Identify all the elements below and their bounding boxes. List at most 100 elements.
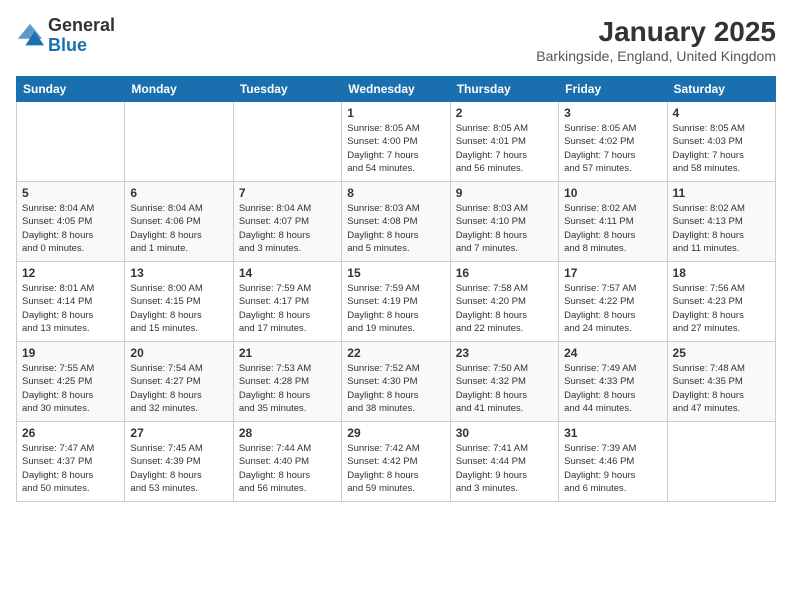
- calendar-cell: 3Sunrise: 8:05 AM Sunset: 4:02 PM Daylig…: [559, 102, 667, 182]
- calendar-cell: [667, 422, 775, 502]
- day-info: Sunrise: 7:54 AM Sunset: 4:27 PM Dayligh…: [130, 362, 227, 415]
- day-info: Sunrise: 8:05 AM Sunset: 4:02 PM Dayligh…: [564, 122, 661, 175]
- day-info: Sunrise: 7:42 AM Sunset: 4:42 PM Dayligh…: [347, 442, 444, 495]
- weekday-header: Tuesday: [233, 77, 341, 102]
- calendar-cell: 21 Sunrise: 7:53 AM Sunset: 4:28 PM Dayli…: [233, 342, 341, 422]
- day-info: Sunrise: 7:39 AM Sunset: 4:46 PM Dayligh…: [564, 442, 661, 495]
- day-info: Sunrise: 7:48 AM Sunset: 4:35 PM Dayligh…: [673, 362, 770, 415]
- day-number: 18: [673, 266, 770, 280]
- calendar-cell: 6 Sunrise: 8:04 AM Sunset: 4:06 PM Daylig…: [125, 182, 233, 262]
- calendar-cell: 2Sunrise: 8:05 AM Sunset: 4:01 PM Daylig…: [450, 102, 558, 182]
- calendar-cell: 29 Sunrise: 7:42 AM Sunset: 4:42 PM Dayli…: [342, 422, 450, 502]
- calendar-cell: 9Sunrise: 8:03 AM Sunset: 4:10 PM Daylig…: [450, 182, 558, 262]
- calendar-cell: 12 Sunrise: 8:01 AM Sunset: 4:14 PM Dayli…: [17, 262, 125, 342]
- day-number: 25: [673, 346, 770, 360]
- calendar-cell: 31 Sunrise: 7:39 AM Sunset: 4:46 PM Dayli…: [559, 422, 667, 502]
- calendar-cell: 17 Sunrise: 7:57 AM Sunset: 4:22 PM Dayli…: [559, 262, 667, 342]
- calendar-cell: 18Sunrise: 7:56 AM Sunset: 4:23 PM Dayli…: [667, 262, 775, 342]
- day-number: 10: [564, 186, 661, 200]
- day-info: Sunrise: 8:02 AM Sunset: 4:11 PM Dayligh…: [564, 202, 661, 255]
- calendar-cell: 26 Sunrise: 7:47 AM Sunset: 4:37 PM Dayli…: [17, 422, 125, 502]
- day-info: Sunrise: 8:01 AM Sunset: 4:14 PM Dayligh…: [22, 282, 119, 335]
- day-info: Sunrise: 8:00 AM Sunset: 4:15 PM Dayligh…: [130, 282, 227, 335]
- calendar-cell: [233, 102, 341, 182]
- day-number: 27: [130, 426, 227, 440]
- day-number: 5: [22, 186, 119, 200]
- logo-text: General Blue: [48, 16, 115, 56]
- day-info: Sunrise: 8:04 AM Sunset: 4:06 PM Dayligh…: [130, 202, 227, 255]
- day-info: Sunrise: 7:53 AM Sunset: 4:28 PM Dayligh…: [239, 362, 336, 415]
- weekday-header: Wednesday: [342, 77, 450, 102]
- day-number: 26: [22, 426, 119, 440]
- calendar-cell: 25 Sunrise: 7:48 AM Sunset: 4:35 PM Dayli…: [667, 342, 775, 422]
- day-number: 24: [564, 346, 661, 360]
- day-info: Sunrise: 7:58 AM Sunset: 4:20 PM Dayligh…: [456, 282, 553, 335]
- calendar-cell: [17, 102, 125, 182]
- day-number: 29: [347, 426, 444, 440]
- day-info: Sunrise: 7:44 AM Sunset: 4:40 PM Dayligh…: [239, 442, 336, 495]
- calendar-cell: 28 Sunrise: 7:44 AM Sunset: 4:40 PM Dayli…: [233, 422, 341, 502]
- weekday-header-row: SundayMondayTuesdayWednesdayThursdayFrid…: [17, 77, 776, 102]
- calendar-cell: 30Sunrise: 7:41 AM Sunset: 4:44 PM Dayli…: [450, 422, 558, 502]
- weekday-header: Monday: [125, 77, 233, 102]
- day-number: 7: [239, 186, 336, 200]
- day-number: 4: [673, 106, 770, 120]
- calendar-cell: 13 Sunrise: 8:00 AM Sunset: 4:15 PM Dayli…: [125, 262, 233, 342]
- weekday-header: Friday: [559, 77, 667, 102]
- calendar-cell: 16 Sunrise: 7:58 AM Sunset: 4:20 PM Dayli…: [450, 262, 558, 342]
- month-title: January 2025: [536, 16, 776, 48]
- day-info: Sunrise: 8:03 AM Sunset: 4:10 PM Dayligh…: [456, 202, 553, 255]
- weekday-header: Thursday: [450, 77, 558, 102]
- calendar-cell: 4 Sunrise: 8:05 AM Sunset: 4:03 PM Daylig…: [667, 102, 775, 182]
- day-number: 22: [347, 346, 444, 360]
- day-number: 19: [22, 346, 119, 360]
- location: Barkingside, England, United Kingdom: [536, 48, 776, 64]
- calendar-cell: 1 Sunrise: 8:05 AM Sunset: 4:00 PM Daylig…: [342, 102, 450, 182]
- day-info: Sunrise: 7:59 AM Sunset: 4:17 PM Dayligh…: [239, 282, 336, 335]
- day-info: Sunrise: 7:41 AM Sunset: 4:44 PM Dayligh…: [456, 442, 553, 495]
- calendar-cell: 24 Sunrise: 7:49 AM Sunset: 4:33 PM Dayli…: [559, 342, 667, 422]
- day-number: 17: [564, 266, 661, 280]
- day-number: 20: [130, 346, 227, 360]
- calendar-cell: 11Sunrise: 8:02 AM Sunset: 4:13 PM Dayli…: [667, 182, 775, 262]
- day-number: 13: [130, 266, 227, 280]
- day-number: 6: [130, 186, 227, 200]
- calendar-week-row: 19 Sunrise: 7:55 AM Sunset: 4:25 PM Dayli…: [17, 342, 776, 422]
- day-info: Sunrise: 7:47 AM Sunset: 4:37 PM Dayligh…: [22, 442, 119, 495]
- day-info: Sunrise: 8:03 AM Sunset: 4:08 PM Dayligh…: [347, 202, 444, 255]
- logo-icon: [16, 22, 44, 50]
- day-info: Sunrise: 8:05 AM Sunset: 4:01 PM Dayligh…: [456, 122, 553, 175]
- calendar-week-row: 26 Sunrise: 7:47 AM Sunset: 4:37 PM Dayli…: [17, 422, 776, 502]
- calendar-cell: 10 Sunrise: 8:02 AM Sunset: 4:11 PM Dayli…: [559, 182, 667, 262]
- calendar-cell: 19 Sunrise: 7:55 AM Sunset: 4:25 PM Dayli…: [17, 342, 125, 422]
- day-info: Sunrise: 7:49 AM Sunset: 4:33 PM Dayligh…: [564, 362, 661, 415]
- day-info: Sunrise: 7:57 AM Sunset: 4:22 PM Dayligh…: [564, 282, 661, 335]
- calendar-cell: 22Sunrise: 7:52 AM Sunset: 4:30 PM Dayli…: [342, 342, 450, 422]
- day-number: 16: [456, 266, 553, 280]
- calendar-cell: [125, 102, 233, 182]
- day-info: Sunrise: 8:05 AM Sunset: 4:03 PM Dayligh…: [673, 122, 770, 175]
- day-number: 28: [239, 426, 336, 440]
- day-number: 21: [239, 346, 336, 360]
- day-number: 23: [456, 346, 553, 360]
- calendar-cell: 15Sunrise: 7:59 AM Sunset: 4:19 PM Dayli…: [342, 262, 450, 342]
- day-info: Sunrise: 7:59 AM Sunset: 4:19 PM Dayligh…: [347, 282, 444, 335]
- calendar-cell: 8 Sunrise: 8:03 AM Sunset: 4:08 PM Daylig…: [342, 182, 450, 262]
- calendar-week-row: 12 Sunrise: 8:01 AM Sunset: 4:14 PM Dayli…: [17, 262, 776, 342]
- day-number: 12: [22, 266, 119, 280]
- calendar-cell: 14Sunrise: 7:59 AM Sunset: 4:17 PM Dayli…: [233, 262, 341, 342]
- calendar-cell: 5 Sunrise: 8:04 AM Sunset: 4:05 PM Daylig…: [17, 182, 125, 262]
- calendar-cell: 23 Sunrise: 7:50 AM Sunset: 4:32 PM Dayli…: [450, 342, 558, 422]
- calendar-week-row: 5 Sunrise: 8:04 AM Sunset: 4:05 PM Daylig…: [17, 182, 776, 262]
- day-info: Sunrise: 7:50 AM Sunset: 4:32 PM Dayligh…: [456, 362, 553, 415]
- day-number: 8: [347, 186, 444, 200]
- day-number: 31: [564, 426, 661, 440]
- day-info: Sunrise: 7:55 AM Sunset: 4:25 PM Dayligh…: [22, 362, 119, 415]
- calendar-table: SundayMondayTuesdayWednesdayThursdayFrid…: [16, 76, 776, 502]
- day-number: 1: [347, 106, 444, 120]
- title-block: January 2025 Barkingside, England, Unite…: [536, 16, 776, 64]
- day-info: Sunrise: 8:05 AM Sunset: 4:00 PM Dayligh…: [347, 122, 444, 175]
- day-info: Sunrise: 8:04 AM Sunset: 4:07 PM Dayligh…: [239, 202, 336, 255]
- logo: General Blue: [16, 16, 115, 56]
- day-info: Sunrise: 8:04 AM Sunset: 4:05 PM Dayligh…: [22, 202, 119, 255]
